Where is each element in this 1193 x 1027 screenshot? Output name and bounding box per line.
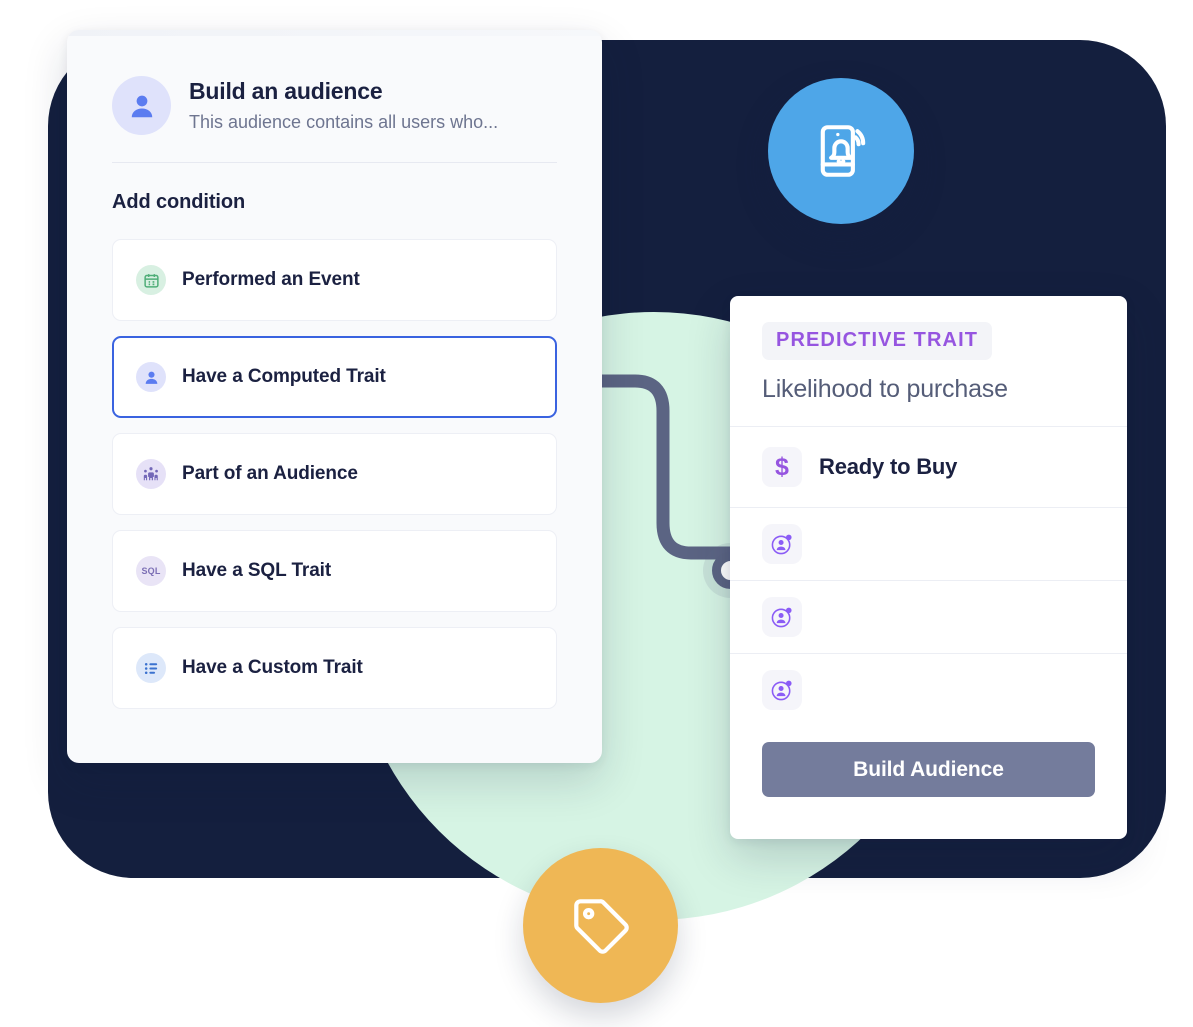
build-audience-panel: Build an audience This audience contains… bbox=[67, 30, 602, 763]
condition-label: Have a Computed Trait bbox=[182, 366, 386, 387]
predictive-trait-header: PREDICTIVE TRAIT Likelihood to purchase bbox=[730, 296, 1127, 427]
calendar-icon bbox=[136, 265, 166, 295]
list-item[interactable] bbox=[730, 508, 1127, 581]
segment-row-ready-to-buy[interactable]: $ Ready to Buy bbox=[730, 427, 1127, 508]
page-subtitle: This audience contains all users who... bbox=[189, 111, 499, 132]
user-avatar-icon bbox=[136, 362, 166, 392]
user-avatar-icon bbox=[112, 76, 171, 135]
sql-icon: SQL bbox=[136, 556, 166, 586]
price-tag-icon bbox=[573, 898, 629, 954]
user-profile-icon bbox=[762, 524, 802, 564]
mobile-push-notification-icon bbox=[820, 125, 866, 177]
predictive-trait-panel: PREDICTIVE TRAIT Likelihood to purchase … bbox=[730, 296, 1127, 839]
segment-label: Ready to Buy bbox=[819, 454, 958, 479]
list-icon bbox=[136, 653, 166, 683]
condition-item-part-of-an-audience[interactable]: Part of an Audience bbox=[112, 433, 557, 515]
condition-item-have-a-computed-trait[interactable]: Have a Computed Trait bbox=[112, 336, 557, 418]
condition-item-performed-an-event[interactable]: Performed an Event bbox=[112, 239, 557, 321]
people-group-icon bbox=[136, 459, 166, 489]
condition-label: Have a Custom Trait bbox=[182, 657, 363, 678]
panel-top-strip bbox=[67, 30, 602, 36]
add-condition-heading: Add condition bbox=[112, 191, 246, 213]
list-item[interactable] bbox=[730, 654, 1127, 726]
status-badge: PREDICTIVE TRAIT bbox=[762, 322, 993, 360]
mobile-push-notification-badge bbox=[768, 78, 914, 224]
condition-label: Have a SQL Trait bbox=[182, 560, 332, 581]
price-tag-badge bbox=[523, 848, 678, 1003]
condition-label: Part of an Audience bbox=[182, 463, 358, 484]
list-item[interactable] bbox=[730, 581, 1127, 654]
user-profile-icon bbox=[762, 670, 802, 710]
condition-label: Performed an Event bbox=[182, 269, 360, 290]
build-audience-button[interactable]: Build Audience bbox=[762, 742, 1095, 797]
dollar-sign-icon: $ bbox=[762, 447, 802, 487]
illustration-canvas: Build an audience This audience contains… bbox=[0, 0, 1193, 1027]
condition-list: Performed an Event Have a Computed Trait bbox=[67, 214, 602, 709]
page-title: Build an audience bbox=[189, 77, 383, 104]
condition-item-have-a-custom-trait[interactable]: Have a Custom Trait bbox=[112, 627, 557, 709]
condition-item-have-a-sql-trait[interactable]: SQL Have a SQL Trait bbox=[112, 530, 557, 612]
user-profile-icon bbox=[762, 597, 802, 637]
user-avatar-glyph bbox=[131, 95, 152, 117]
trait-name: Likelihood to purchase bbox=[762, 375, 1008, 403]
sql-icon-text: SQL bbox=[141, 566, 161, 576]
panel-header: Build an audience This audience contains… bbox=[67, 30, 602, 135]
